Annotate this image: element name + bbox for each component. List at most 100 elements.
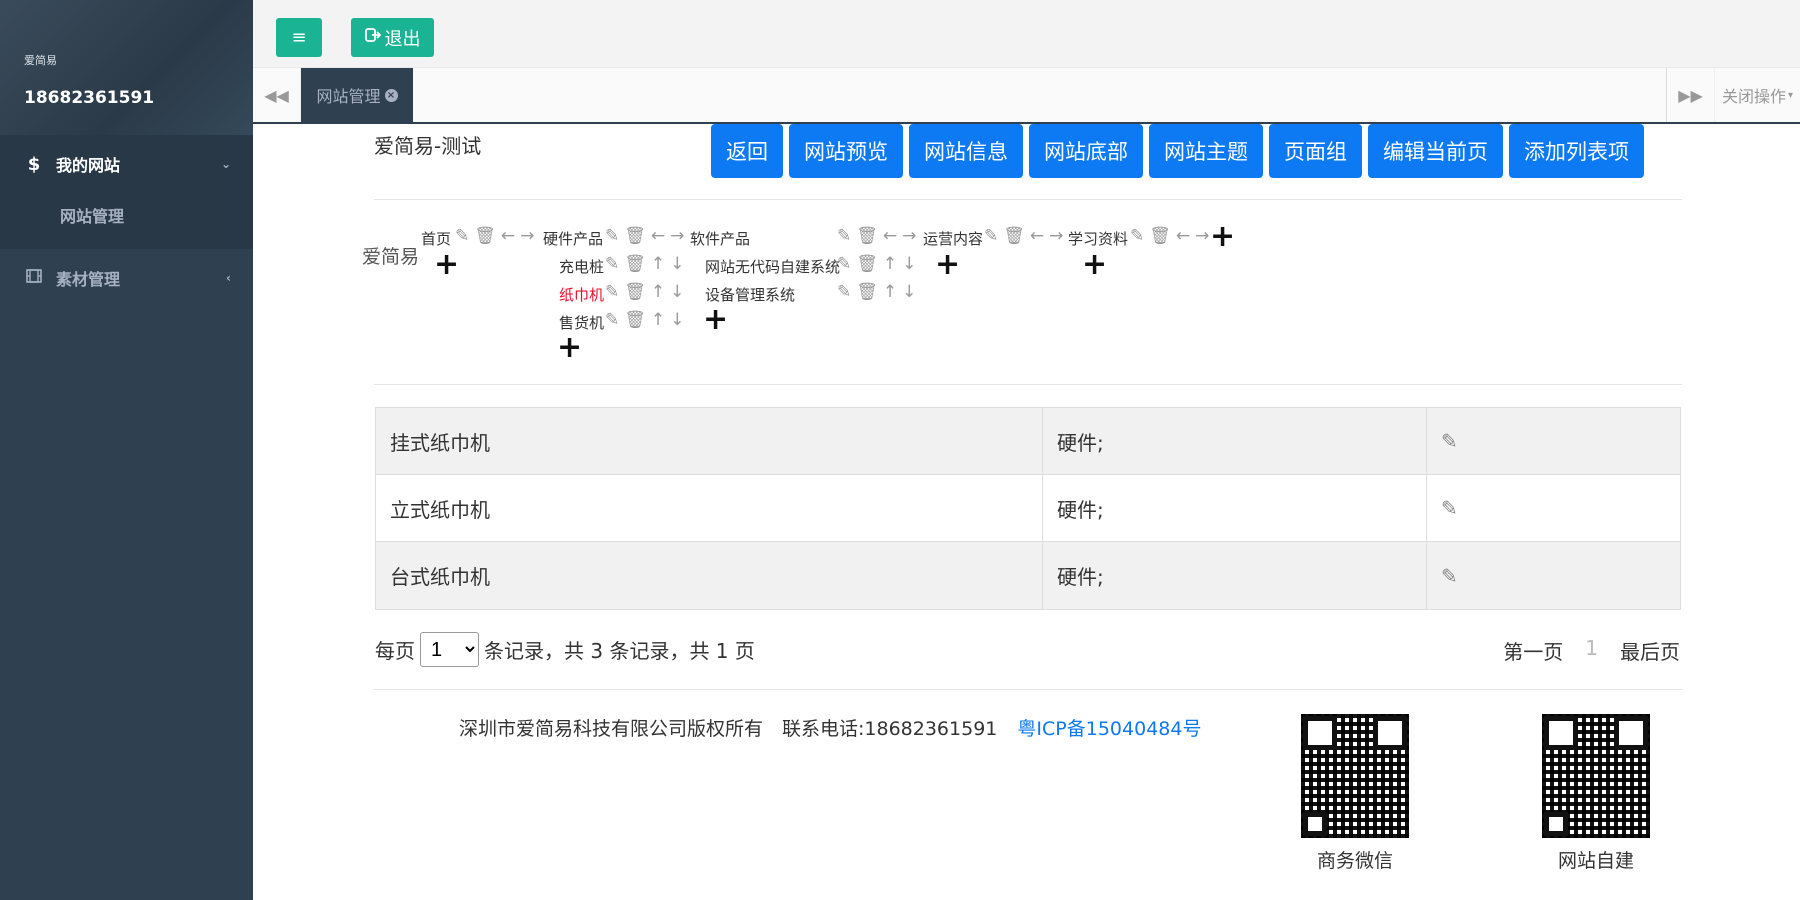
pencil-icon[interactable]: ✎ bbox=[605, 282, 619, 302]
node-tools: ✎ 🗑 ← → bbox=[837, 226, 921, 246]
trash-icon[interactable]: 🗑 bbox=[474, 226, 496, 246]
tab-label: 网站管理 bbox=[316, 87, 381, 106]
tab-scroll-right-button[interactable]: ▶▶ bbox=[1666, 68, 1714, 122]
trash-icon[interactable]: 🗑 bbox=[856, 254, 878, 274]
sidebar-item-my-website[interactable]: $ 我的网站 ⌄ bbox=[0, 135, 253, 193]
pencil-icon[interactable]: ✎ bbox=[837, 226, 851, 246]
item-category: 硬件; bbox=[1043, 408, 1427, 474]
pagination-summary: 每页 1 条记录，共 3 条记录，共 1 页 bbox=[375, 632, 755, 667]
arrow-up-icon[interactable]: ↑ bbox=[651, 254, 665, 274]
arrow-up-icon[interactable]: ↑ bbox=[883, 254, 897, 274]
add-child-icon[interactable]: + bbox=[434, 250, 459, 280]
arrow-right-icon[interactable]: → bbox=[670, 226, 684, 246]
arrow-right-icon[interactable]: → bbox=[1049, 226, 1063, 246]
close-icon[interactable]: × bbox=[384, 88, 398, 102]
arrow-left-icon[interactable]: ← bbox=[501, 226, 515, 246]
dollar-icon: $ bbox=[27, 153, 41, 175]
profile-phone[interactable]: 18682361591 bbox=[24, 88, 253, 108]
chevron-left-icon: ‹ bbox=[226, 271, 231, 285]
tree-node-tissue[interactable]: 纸巾机 bbox=[559, 284, 604, 305]
arrow-up-icon[interactable]: ↑ bbox=[651, 282, 665, 302]
nav-tree: 爱简易 首页 ✎ 🗑 ← → + 硬件产品 ✎ 🗑 ← → 软件产品 ✎ 🗑 ← → 运营内容 ✎… bbox=[253, 124, 1800, 363]
add-child-icon[interactable]: + bbox=[935, 250, 960, 280]
arrow-left-icon[interactable]: ← bbox=[883, 226, 897, 246]
arrow-up-icon[interactable]: ↑ bbox=[651, 310, 665, 330]
arrow-up-icon[interactable]: ↑ bbox=[883, 282, 897, 302]
trash-icon[interactable]: 🗑 bbox=[1149, 226, 1171, 246]
pencil-icon[interactable]: ✎ bbox=[1441, 429, 1458, 453]
table-row: 台式纸巾机 硬件; ✎ bbox=[376, 542, 1680, 609]
tree-node-nocode[interactable]: 网站无代码自建系统 bbox=[705, 256, 840, 277]
add-child-icon[interactable]: + bbox=[557, 333, 582, 363]
arrow-left-icon[interactable]: ← bbox=[1176, 226, 1190, 246]
pencil-icon[interactable]: ✎ bbox=[837, 282, 851, 302]
tree-node-hardware[interactable]: 硬件产品 bbox=[543, 228, 603, 249]
item-name: 立式纸巾机 bbox=[376, 475, 1043, 541]
arrow-down-icon[interactable]: ↓ bbox=[670, 282, 684, 302]
trash-icon[interactable]: 🗑 bbox=[856, 226, 878, 246]
trash-icon[interactable]: 🗑 bbox=[624, 226, 646, 246]
qr-site-builder: 网站自建 bbox=[1541, 714, 1651, 873]
trash-icon[interactable]: 🗑 bbox=[624, 282, 646, 302]
last-page-link[interactable]: 最后页 bbox=[1620, 636, 1680, 665]
pencil-icon[interactable]: ✎ bbox=[984, 226, 998, 246]
pencil-icon[interactable]: ✎ bbox=[605, 254, 619, 274]
pencil-icon[interactable]: ✎ bbox=[605, 226, 619, 246]
sidebar-item-materials[interactable]: 素材管理 ‹ bbox=[0, 249, 253, 307]
tree-node-charging[interactable]: 充电桩 bbox=[559, 256, 604, 277]
qr-code-icon bbox=[1542, 714, 1650, 838]
close-operations-dropdown[interactable]: 关闭操作 ▾ bbox=[1714, 68, 1800, 122]
pencil-icon[interactable]: ✎ bbox=[837, 254, 851, 274]
pencil-icon[interactable]: ✎ bbox=[1130, 226, 1144, 246]
pencil-icon[interactable]: ✎ bbox=[605, 310, 619, 330]
node-tools: ✎ 🗑 ← → bbox=[984, 226, 1068, 246]
add-child-icon[interactable]: + bbox=[703, 305, 728, 335]
pencil-icon[interactable]: ✎ bbox=[455, 226, 469, 246]
tree-node-software[interactable]: 软件产品 bbox=[690, 228, 750, 249]
item-category: 硬件; bbox=[1043, 475, 1427, 541]
node-tools: ✎ 🗑 ↑ ↓ bbox=[605, 282, 689, 302]
qr-caption: 网站自建 bbox=[1557, 850, 1634, 872]
first-page-link[interactable]: 第一页 bbox=[1503, 636, 1563, 665]
trash-icon[interactable]: 🗑 bbox=[1003, 226, 1025, 246]
add-top-level-icon[interactable]: + bbox=[1210, 222, 1235, 252]
footer: 深圳市爱简易科技有限公司版权所有 联系电话:18682361591 粤ICP备1… bbox=[459, 714, 1201, 741]
arrow-down-icon[interactable]: ↓ bbox=[902, 282, 916, 302]
pencil-icon[interactable]: ✎ bbox=[1441, 496, 1458, 520]
menu-toggle-button[interactable]: ≡ bbox=[276, 18, 322, 57]
arrow-down-icon[interactable]: ↓ bbox=[902, 254, 916, 274]
arrow-down-icon[interactable]: ↓ bbox=[670, 310, 684, 330]
icp-link[interactable]: 粤ICP备15040484号 bbox=[1017, 718, 1201, 740]
exit-button[interactable]: 退出 bbox=[351, 18, 434, 57]
node-tools: ✎ 🗑 ↑ ↓ bbox=[837, 282, 921, 302]
arrow-right-icon[interactable]: → bbox=[902, 226, 916, 246]
node-tools: ✎ 🗑 ↑ ↓ bbox=[837, 254, 921, 274]
trash-icon[interactable]: 🗑 bbox=[856, 282, 878, 302]
profile-name[interactable]: 爱简易 bbox=[24, 52, 253, 68]
arrow-left-icon[interactable]: ← bbox=[1030, 226, 1044, 246]
node-tools: ✎ 🗑 ↑ ↓ bbox=[605, 254, 689, 274]
menu-icon: ≡ bbox=[291, 27, 307, 48]
edit-cell: ✎ bbox=[1427, 475, 1680, 541]
sidebar-item-website-manage[interactable]: 网站管理 bbox=[0, 193, 253, 237]
add-child-icon[interactable]: + bbox=[1082, 250, 1107, 280]
tree-node-learning[interactable]: 学习资料 bbox=[1068, 228, 1128, 249]
tree-node-home[interactable]: 首页 bbox=[421, 228, 451, 249]
table-row: 立式纸巾机 硬件; ✎ bbox=[376, 475, 1680, 542]
arrow-down-icon[interactable]: ↓ bbox=[670, 254, 684, 274]
caret-down-icon: ▾ bbox=[1787, 89, 1794, 101]
per-page-select[interactable]: 1 bbox=[420, 632, 479, 667]
tab-website-manage[interactable]: 网站管理 × bbox=[301, 68, 413, 122]
arrow-left-icon[interactable]: ← bbox=[651, 226, 665, 246]
node-tools: ✎ 🗑 ← → bbox=[1130, 226, 1214, 246]
tab-scroll-left-button[interactable]: ◀◀ bbox=[253, 68, 301, 122]
trash-icon[interactable]: 🗑 bbox=[624, 310, 646, 330]
trash-icon[interactable]: 🗑 bbox=[624, 254, 646, 274]
arrow-right-icon[interactable]: → bbox=[520, 226, 534, 246]
item-name: 挂式纸巾机 bbox=[376, 408, 1043, 474]
tree-node-operations[interactable]: 运营内容 bbox=[923, 228, 983, 249]
items-table: 挂式纸巾机 硬件; ✎ 立式纸巾机 硬件; ✎ 台式纸巾机 硬件; ✎ bbox=[375, 407, 1681, 610]
pencil-icon[interactable]: ✎ bbox=[1441, 564, 1458, 588]
sidebar: 爱简易 18682361591 $ 我的网站 ⌄ 网站管理 素材管理 ‹ bbox=[0, 0, 253, 900]
arrow-right-icon[interactable]: → bbox=[1195, 226, 1209, 246]
